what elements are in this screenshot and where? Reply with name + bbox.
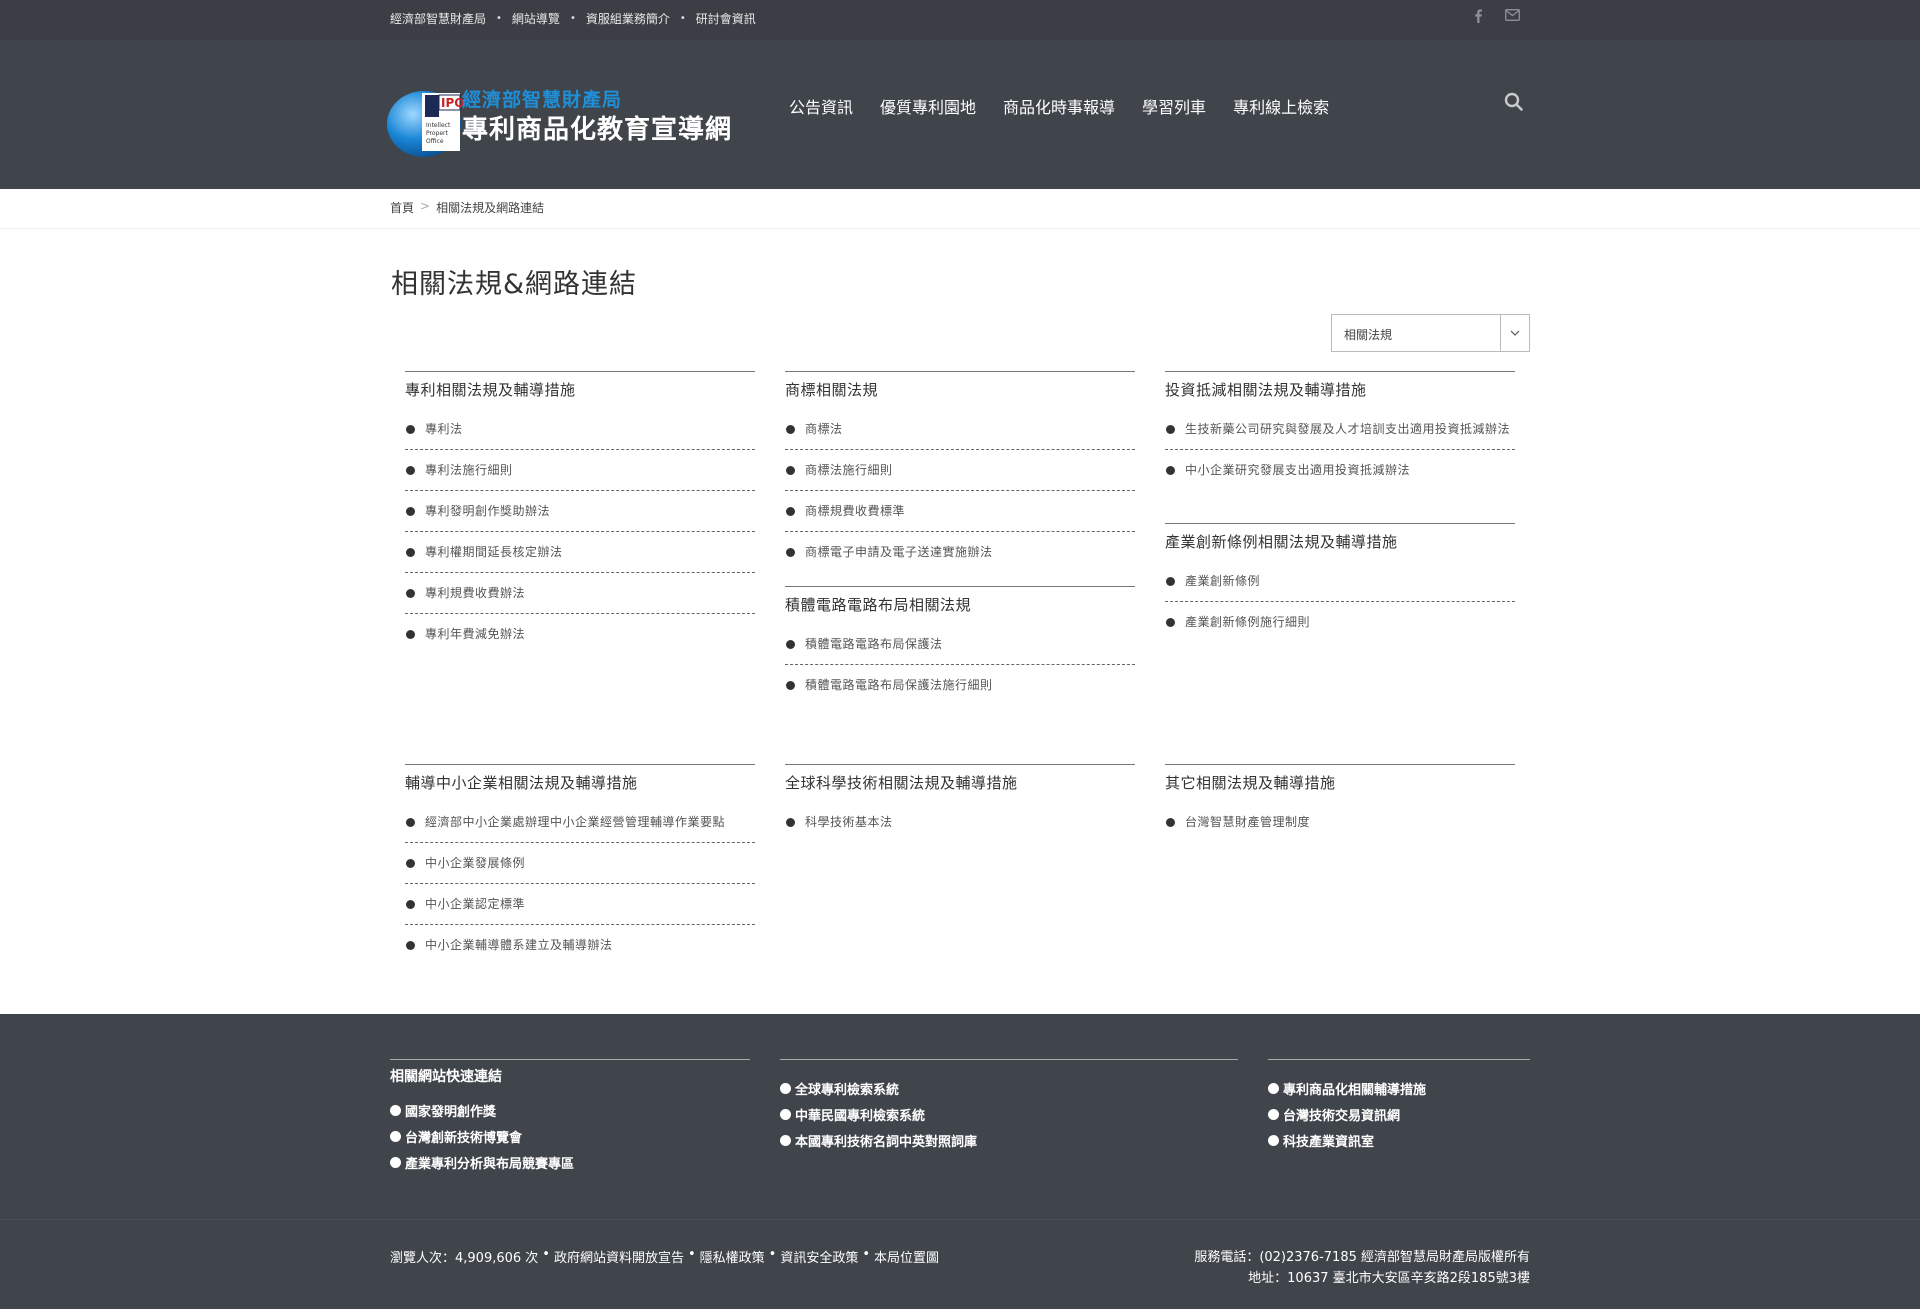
nav-announcements[interactable]: 公告資訊 [789, 94, 853, 118]
top-bar: 經濟部智慧財產局 • 網站導覽 • 資服組業務簡介 • 研討會資訊 [0, 0, 1920, 40]
main-nav: 公告資訊 優質專利園地 商品化時事報導 學習列車 專利線上檢索 [789, 94, 1329, 118]
section-title: 全球科學技術相關法規及輔導措施 [785, 774, 1018, 792]
section-title: 產業創新條例相關法規及輔導措施 [1165, 533, 1398, 551]
footer-service-line: 服務電話：(02)2376-7185 經濟部智慧局財產局版權所有 [1194, 1250, 1530, 1265]
category-select[interactable]: 相關法規 [1331, 314, 1530, 352]
svg-text:Office: Office [426, 138, 444, 145]
list-item[interactable]: 中小企業研究發展支出適用投資抵減辦法 [1165, 450, 1515, 490]
top-link-separator: • [496, 13, 502, 24]
footer-contact: 服務電話：(02)2376-7185 經濟部智慧局財產局版權所有 地址：1063… [1194, 1247, 1530, 1289]
footer-col-1: 相關網站快速連結 國家發明創作獎 台灣創新技術博覽會 產業專利分析與布局競賽專區 [390, 1059, 750, 1175]
logo-agency-name: 經濟部智慧財產局 [462, 89, 623, 111]
list-item[interactable]: 生技新藥公司研究與發展及人才培訓支出適用投資抵減辦法 [1165, 409, 1515, 450]
section-title: 商標相關法規 [785, 381, 879, 399]
top-link-separator: • [569, 13, 576, 24]
section-title: 投資抵減相關法規及輔導措施 [1165, 381, 1367, 399]
top-link-seminar[interactable]: 研討會資訊 [696, 10, 756, 27]
list-item[interactable]: 專利年費減免辦法 [405, 614, 755, 654]
section-sme: 輔導中小企業相關法規及輔導措施 經濟部中小企業處辦理中小企業經營管理輔導作業要點… [405, 764, 755, 965]
mail-icon[interactable] [1505, 9, 1520, 27]
section-industry-innovation: 產業創新條例相關法規及輔導措施 產業創新條例 產業創新條例施行細則 [1165, 523, 1515, 642]
section-trademark: 商標相關法規 商標法 商標法施行細則 商標規費收費標準 商標電子申請及電子送達實… [785, 371, 1135, 572]
section-title: 專利相關法規及輔導措施 [405, 381, 576, 399]
footer-link[interactable]: 科技產業資訊室 [1268, 1127, 1530, 1153]
footer-open-data-link[interactable]: 政府網站資料開放宣告 [554, 1247, 684, 1266]
site-logo[interactable]: IPO Intellect Propert Office 經濟部智慧財產局 專利… [386, 81, 756, 159]
footer-link[interactable]: 台灣創新技術博覽會 [390, 1123, 750, 1149]
section-ic-layout: 積體電路電路布局相關法規 積體電路電路布局保護法 積體電路電路布局保護法施行細則 [785, 586, 1135, 705]
list-item[interactable]: 積體電路電路布局保護法 [785, 624, 1135, 665]
svg-text:Intellect: Intellect [426, 122, 451, 129]
list-item[interactable]: 專利法 [405, 409, 755, 450]
section-title: 其它相關法規及輔導措施 [1165, 774, 1336, 792]
list-item[interactable]: 中小企業發展條例 [405, 843, 755, 884]
site-header: IPO Intellect Propert Office 經濟部智慧財產局 專利… [0, 40, 1920, 189]
list-item[interactable]: 台灣智慧財產管理制度 [1165, 802, 1515, 842]
category-select-value: 相關法規 [1344, 328, 1393, 342]
list-item[interactable]: 商標法施行細則 [785, 450, 1135, 491]
facebook-icon[interactable] [1473, 9, 1483, 27]
list-item[interactable]: 專利法施行細則 [405, 450, 755, 491]
breadcrumb-separator: > [420, 199, 431, 213]
list-item[interactable]: 專利權期間延長核定辦法 [405, 532, 755, 573]
logo-site-name: 專利商品化教育宣導網 [462, 115, 733, 145]
footer-link[interactable]: 本國專利技術名詞中英對照詞庫 [780, 1127, 1238, 1153]
top-link-separator: • [679, 13, 686, 24]
list-item[interactable]: 商標電子申請及電子送達實施辦法 [785, 532, 1135, 572]
nav-learning-train[interactable]: 學習列車 [1142, 94, 1206, 118]
search-icon[interactable] [1504, 92, 1530, 118]
footer-privacy-link[interactable]: 隱私權政策 [700, 1247, 765, 1266]
footer-link[interactable]: 專利商品化相關輔導措施 [1268, 1075, 1530, 1101]
list-item[interactable]: 專利規費收費辦法 [405, 573, 755, 614]
breadcrumb-divider [0, 228, 1920, 229]
nav-quality-patents[interactable]: 優質專利園地 [880, 94, 976, 118]
nav-commercialization-news[interactable]: 商品化時事報導 [1003, 94, 1115, 118]
breadcrumb: 首頁 > 相關法規及網路連結 [390, 199, 544, 216]
footer-link[interactable]: 中華民國專利檢索系統 [780, 1101, 1238, 1127]
svg-text:Propert: Propert [426, 130, 448, 137]
footer-divider [0, 1219, 1920, 1220]
list-item[interactable]: 商標法 [785, 409, 1135, 450]
footer-link[interactable]: 國家發明創作獎 [390, 1097, 750, 1123]
footer-bottom-links: 瀏覽人次：4,909,606 次 • 政府網站資料開放宣告 • 隱私權政策 • … [390, 1247, 940, 1266]
svg-text:IPO: IPO [441, 96, 464, 110]
breadcrumb-home[interactable]: 首頁 [390, 199, 414, 216]
footer-link[interactable]: 台灣技術交易資訊網 [1268, 1101, 1530, 1127]
list-item[interactable]: 產業創新條例施行細則 [1165, 602, 1515, 642]
section-title: 輔導中小企業相關法規及輔導措施 [405, 774, 638, 792]
footer-col-2: 全球專利檢索系統 中華民國專利檢索系統 本國專利技術名詞中英對照詞庫 [780, 1059, 1238, 1153]
footer-link[interactable]: 全球專利檢索系統 [780, 1075, 1238, 1101]
section-patent: 專利相關法規及輔導措施 專利法 專利法施行細則 專利發明創作獎助辦法 專利權期間… [405, 371, 755, 654]
section-title: 積體電路電路布局相關法規 [785, 596, 972, 614]
list-item[interactable]: 積體電路電路布局保護法施行細則 [785, 665, 1135, 705]
social-links [1473, 9, 1520, 27]
footer-link[interactable]: 產業專利分析與布局競賽專區 [390, 1149, 750, 1175]
breadcrumb-current: 相關法規及網路連結 [436, 201, 545, 215]
list-item[interactable]: 專利發明創作獎助辦法 [405, 491, 755, 532]
site-footer: 相關網站快速連結 國家發明創作獎 台灣創新技術博覽會 產業專利分析與布局競賽專區… [0, 1014, 1920, 1309]
top-link-ipo[interactable]: 經濟部智慧財產局 [390, 10, 486, 27]
list-item[interactable]: 商標規費收費標準 [785, 491, 1135, 532]
top-links: 經濟部智慧財產局 • 網站導覽 • 資服組業務簡介 • 研討會資訊 [390, 10, 756, 27]
visitor-counter: 瀏覽人次：4,909,606 次 [390, 1251, 539, 1266]
footer-security-link[interactable]: 資訊安全政策 [780, 1247, 858, 1266]
list-item[interactable]: 科學技術基本法 [785, 802, 1135, 842]
section-investment: 投資抵減相關法規及輔導措施 生技新藥公司研究與發展及人才培訓支出適用投資抵減辦法… [1165, 371, 1515, 490]
list-item[interactable]: 產業創新條例 [1165, 561, 1515, 602]
section-science-tech: 全球科學技術相關法規及輔導措施 科學技術基本法 [785, 764, 1135, 842]
list-item[interactable]: 中小企業輔導體系建立及輔導辦法 [405, 925, 755, 965]
footer-location-link[interactable]: 本局位置圖 [874, 1247, 939, 1266]
footer-address: 地址：10637 臺北市大安區辛亥路2段185號3樓 [1248, 1271, 1530, 1286]
top-link-sitemap[interactable]: 網站導覽 [512, 10, 560, 27]
list-item[interactable]: 中小企業認定標準 [405, 884, 755, 925]
section-other: 其它相關法規及輔導措施 台灣智慧財產管理制度 [1165, 764, 1515, 842]
logo-globe-icon: IPO Intellect Propert Office [387, 91, 464, 157]
footer-quick-links-title: 相關網站快速連結 [390, 1069, 502, 1085]
list-item[interactable]: 經濟部中小企業處辦理中小企業經營管理輔導作業要點 [405, 802, 755, 843]
page-title: 相關法規&網路連結 [391, 269, 638, 300]
nav-patent-search[interactable]: 專利線上檢索 [1233, 94, 1329, 118]
top-link-services[interactable]: 資服組業務簡介 [586, 10, 670, 27]
footer-col-3: 專利商品化相關輔導措施 台灣技術交易資訊網 科技產業資訊室 [1268, 1059, 1530, 1153]
chevron-down-icon[interactable] [1500, 315, 1529, 351]
